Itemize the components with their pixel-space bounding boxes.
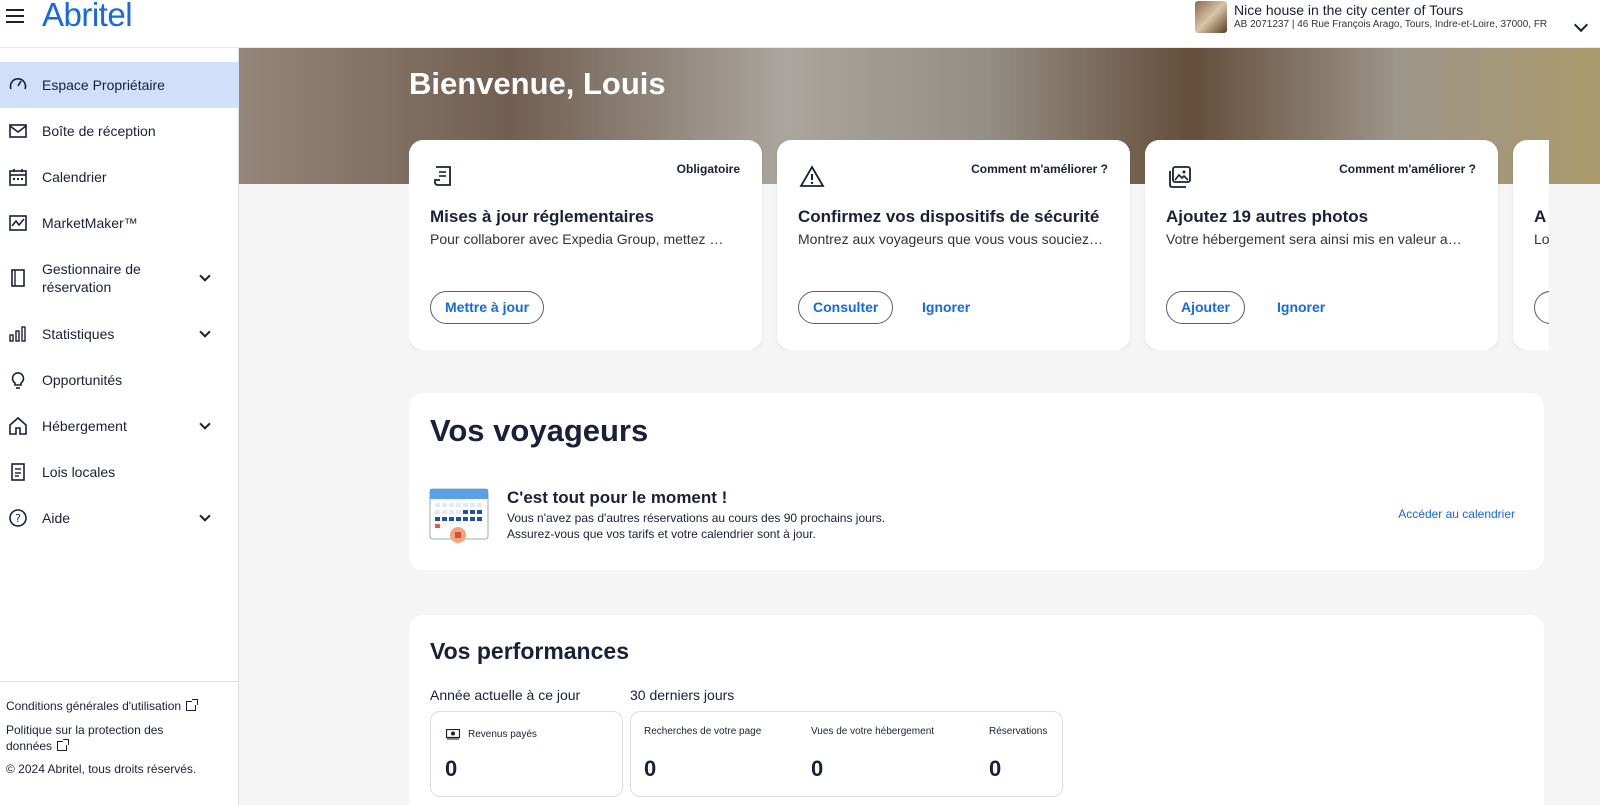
card-action-button[interactable]	[1534, 291, 1549, 324]
card-tag: Comment m'améliorer ?	[1339, 162, 1476, 176]
document-icon	[11, 463, 25, 481]
main-content: Bienvenue, Louis Obligatoire Mises à jou…	[239, 48, 1600, 805]
sidebar-item-label: Statistiques	[42, 326, 115, 342]
ytd-label: Année actuelle à ce jour	[430, 687, 581, 703]
card-title: A	[1534, 207, 1547, 226]
sidebar-item-label: Boîte de réception	[42, 123, 156, 139]
views-value: 0	[811, 756, 824, 781]
sidebar-item-statistics[interactable]: Statistiques	[0, 311, 239, 357]
task-cards-carousel: Obligatoire Mises à jour réglementaires …	[409, 140, 1549, 350]
terms-link[interactable]: Conditions générales d'utilisation	[6, 698, 233, 714]
sidebar-footer: Conditions générales d'utilisation Polit…	[0, 681, 239, 776]
property-thumbnail	[1195, 0, 1227, 33]
svg-text:?: ?	[15, 512, 21, 525]
warning-icon	[799, 165, 825, 187]
home-icon	[9, 416, 27, 435]
sidebar-item-label: Lois locales	[42, 464, 116, 480]
performance-panel: Vos performances Année actuelle à ce jou…	[409, 615, 1544, 805]
performance-title: Vos performances	[430, 638, 629, 664]
card-description: Votre hébergement sera ainsi mis en vale…	[1166, 231, 1462, 247]
menu-icon[interactable]	[6, 9, 24, 23]
external-link-icon	[186, 699, 199, 711]
sidebar-item-label: Hébergement	[42, 418, 127, 434]
sidebar-item-label: Calendrier	[42, 169, 107, 185]
trend-chart-icon	[9, 215, 27, 231]
chevron-down-icon[interactable]	[1573, 17, 1589, 33]
card-title: Confirmez vos dispositifs de sécurité	[798, 207, 1100, 226]
regulation-document-icon	[434, 166, 451, 186]
sidebar-item-espace-proprietaire[interactable]: Espace Propriétaire	[0, 62, 239, 108]
abritel-logo[interactable]: Abritel®	[42, 0, 139, 34]
card-description: Pour collaborer avec Expedia Group, mett…	[430, 231, 724, 247]
sidebar-item-local-laws[interactable]: Lois locales	[0, 449, 239, 495]
go-to-calendar-link[interactable]: Accéder au calendrier	[1398, 507, 1515, 521]
chevron-down-icon	[199, 418, 211, 430]
views-label: Vues de votre hébergement	[811, 726, 935, 737]
sidebar-item-label: Aide	[42, 510, 71, 526]
sidebar-item-marketmaker[interactable]: MarketMaker™	[0, 200, 239, 246]
empty-calendar-illustration-icon	[429, 488, 489, 543]
card-description: Lo	[1534, 231, 1549, 247]
bar-chart-icon	[9, 326, 26, 342]
travelers-title: Vos voyageurs	[430, 413, 649, 448]
searches-label: Recherches de votre page	[644, 726, 762, 737]
property-address: AB 2071237 | 46 Rue François Arago, Tour…	[1234, 19, 1548, 30]
last-30-days-stat-card: Recherches de votre page 0 Vues de votre…	[630, 711, 1063, 797]
copyright: © 2024 Abritel, tous droits réservés.	[6, 762, 197, 776]
travelers-panel: Vos voyageurs C'est tout pour le moment …	[409, 393, 1544, 570]
sidebar-item-label: Gestionnaire de réservation	[42, 261, 141, 295]
task-card: Comment m'améliorer ? Ajoutez 19 autres …	[1145, 140, 1498, 350]
help-icon: ?	[9, 509, 27, 527]
task-card-partial: A Lo	[1513, 140, 1549, 350]
add-photos-button[interactable]: Ajouter	[1166, 291, 1245, 324]
money-icon	[446, 729, 460, 740]
privacy-link[interactable]: Politique sur la protection des données	[6, 722, 196, 754]
chevron-down-icon	[199, 510, 211, 522]
property-selector[interactable]: Nice house in the city center of Tours A…	[1195, 0, 1547, 33]
travelers-empty-heading: C'est tout pour le moment !	[507, 488, 728, 507]
card-title: Ajoutez 19 autres photos	[1166, 207, 1369, 226]
sidebar-item-reservation-manager[interactable]: Gestionnaire de réservation	[0, 246, 239, 310]
sidebar-item-opportunities[interactable]: Opportunités	[0, 357, 239, 403]
lightbulb-icon	[11, 372, 25, 389]
revenue-label: Revenus payés	[468, 729, 537, 740]
dashboard-gauge-icon	[9, 78, 27, 90]
revenue-stat-card[interactable]: Revenus payés 0	[430, 711, 623, 797]
bookings-label: Réservations	[989, 726, 1048, 737]
mail-icon	[9, 124, 27, 138]
sidebar-item-inbox[interactable]: Boîte de réception	[0, 108, 239, 154]
page-title: Bienvenue, Louis	[409, 66, 666, 101]
bookings-value: 0	[989, 756, 1002, 781]
calendar-icon	[9, 169, 27, 186]
travelers-empty-text: Vous n'avez pas d'autres réservations au…	[507, 511, 886, 541]
sidebar: Espace Propriétaire Boîte de réception C…	[0, 48, 239, 805]
task-card: Obligatoire Mises à jour réglementaires …	[409, 140, 762, 350]
external-link-icon	[57, 739, 70, 751]
ignore-button[interactable]: Ignorer	[1277, 291, 1325, 324]
consult-button[interactable]: Consulter	[798, 291, 894, 324]
top-bar: Abritel® Nice house in the city center o…	[0, 0, 1600, 48]
property-title: Nice house in the city center of Tours	[1234, 2, 1464, 18]
ignore-button[interactable]: Ignorer	[922, 291, 970, 324]
chevron-down-icon	[199, 326, 211, 338]
card-title: Mises à jour réglementaires	[430, 207, 654, 226]
task-card: Comment m'améliorer ? Confirmez vos disp…	[777, 140, 1130, 350]
chevron-down-icon	[199, 270, 211, 282]
card-tag: Obligatoire	[676, 162, 740, 176]
sidebar-item-accommodation[interactable]: Hébergement	[0, 403, 239, 449]
sidebar-item-label: MarketMaker™	[42, 215, 138, 231]
card-description: Montrez aux voyageurs que vous vous souc…	[798, 231, 1104, 247]
booking-book-icon	[11, 269, 25, 287]
sidebar-item-help[interactable]: ? Aide	[0, 495, 239, 541]
sidebar-item-calendar[interactable]: Calendrier	[0, 154, 239, 200]
card-tag: Comment m'améliorer ?	[971, 162, 1108, 176]
photos-icon	[1169, 166, 1191, 188]
searches-value: 0	[644, 756, 657, 781]
sidebar-item-label: Espace Propriétaire	[42, 77, 165, 93]
last-30-days-label: 30 derniers jours	[630, 687, 735, 703]
update-button[interactable]: Mettre à jour	[430, 291, 545, 324]
sidebar-item-label: Opportunités	[42, 372, 123, 388]
revenue-value: 0	[445, 756, 458, 781]
